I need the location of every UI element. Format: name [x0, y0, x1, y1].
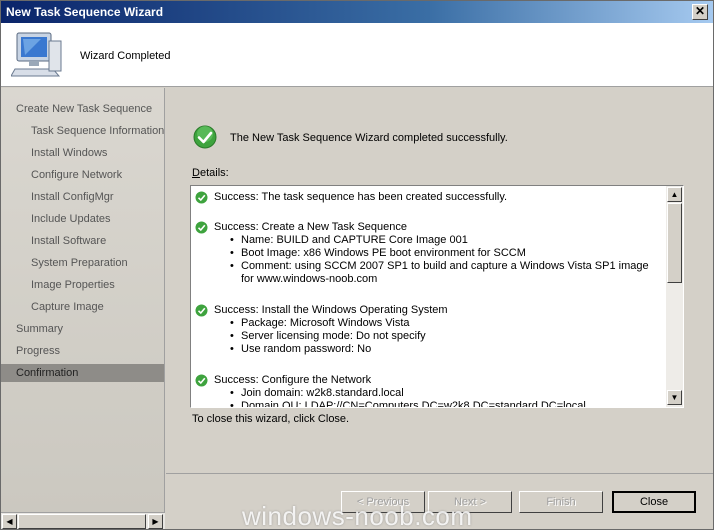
details-bullet: Domain OU: LDAP://CN=Computers,DC=w2k8,D…	[214, 400, 661, 407]
details-entry: Success: Configure the NetworkJoin domai…	[195, 374, 661, 407]
sidebar-item[interactable]: Progress	[1, 342, 164, 360]
wizard-step-list: Create New Task Sequence Task Sequence In…	[1, 88, 165, 513]
details-entry: Success: Create a New Task SequenceName:…	[195, 221, 661, 286]
scrollbar-thumb[interactable]	[667, 203, 682, 283]
scroll-up-arrow-icon[interactable]: ▲	[667, 187, 682, 202]
close-instruction: To close this wizard, click Close.	[192, 413, 350, 425]
window-close-button[interactable]: ✕	[692, 4, 708, 20]
details-entry-heading: Success: Install the Windows Operating S…	[214, 304, 448, 316]
details-bullet: Comment: using SCCM 2007 SP1 to build an…	[214, 260, 661, 286]
success-check-icon	[193, 125, 217, 149]
details-entry-heading: Success: Configure the Network	[214, 374, 372, 386]
wizard-window: New Task Sequence Wizard ✕ Wizard Comple…	[0, 0, 714, 530]
watermark: windows-noob.com	[242, 501, 473, 530]
success-check-icon	[195, 191, 208, 204]
details-bullets: Name: BUILD and CAPTURE Core Image 001Bo…	[195, 234, 661, 286]
main-content: The New Task Sequence Wizard completed s…	[166, 88, 713, 473]
details-vertical-scrollbar[interactable]: ▲ ▼	[666, 186, 683, 407]
success-check-icon	[195, 221, 208, 234]
details-bullet: Use random password: No	[214, 343, 661, 356]
sidebar-item[interactable]: Capture Image	[1, 298, 164, 316]
success-check-icon	[195, 374, 208, 387]
sidebar-item[interactable]: Include Updates	[1, 210, 164, 228]
sidebar-item[interactable]: System Preparation	[1, 254, 164, 272]
sidebar-item[interactable]: Create New Task Sequence	[1, 100, 164, 118]
success-check-icon	[195, 304, 208, 317]
sidebar-item[interactable]: Install Windows	[1, 144, 164, 162]
wizard-header: Wizard Completed	[1, 23, 713, 87]
scroll-left-arrow-icon[interactable]: ◀	[2, 514, 17, 529]
finish-button[interactable]: Finish	[519, 491, 603, 513]
details-entry: Success: Install the Windows Operating S…	[195, 304, 661, 356]
details-bullets: Join domain: w2k8.standard.localDomain O…	[195, 387, 661, 407]
status-message: The New Task Sequence Wizard completed s…	[230, 132, 508, 144]
sidebar-item[interactable]: Task Sequence Information	[1, 122, 164, 140]
title-bar[interactable]: New Task Sequence Wizard ✕	[1, 1, 713, 23]
sidebar-item[interactable]: Install Software	[1, 232, 164, 250]
details-bullet: Boot Image: x86 Windows PE boot environm…	[214, 247, 661, 260]
sidebar-item[interactable]: Image Properties	[1, 276, 164, 294]
sidebar-horizontal-scrollbar[interactable]: ◀ ▶	[1, 512, 165, 529]
sidebar-item[interactable]: Configure Network	[1, 166, 164, 184]
page-title: Wizard Completed	[80, 50, 171, 62]
close-button[interactable]: Close	[612, 491, 696, 513]
details-list: Success: The task sequence has been crea…	[191, 186, 665, 407]
computer-icon	[11, 32, 62, 77]
sidebar-item[interactable]: Confirmation	[1, 364, 164, 382]
details-label: Details:	[192, 167, 229, 179]
details-entry: Success: The task sequence has been crea…	[195, 191, 661, 204]
scroll-down-arrow-icon[interactable]: ▼	[667, 390, 682, 405]
details-entry-heading: Success: The task sequence has been crea…	[214, 191, 508, 203]
details-bullets: Package: Microsoft Windows VistaServer l…	[195, 317, 661, 356]
details-bullet: Join domain: w2k8.standard.local	[214, 387, 661, 400]
details-bullet: Package: Microsoft Windows Vista	[214, 317, 661, 330]
scrollbar-thumb[interactable]	[18, 514, 146, 529]
window-title: New Task Sequence Wizard	[6, 5, 164, 19]
sidebar-item[interactable]: Install ConfigMgr	[1, 188, 164, 206]
sidebar-item[interactable]: Summary	[1, 320, 164, 338]
details-entry-heading: Success: Create a New Task Sequence	[214, 221, 408, 233]
scroll-right-arrow-icon[interactable]: ▶	[148, 514, 163, 529]
details-bullet: Server licensing mode: Do not specify	[214, 330, 661, 343]
details-bullet: Name: BUILD and CAPTURE Core Image 001	[214, 234, 661, 247]
details-textbox[interactable]: Success: The task sequence has been crea…	[190, 185, 684, 408]
